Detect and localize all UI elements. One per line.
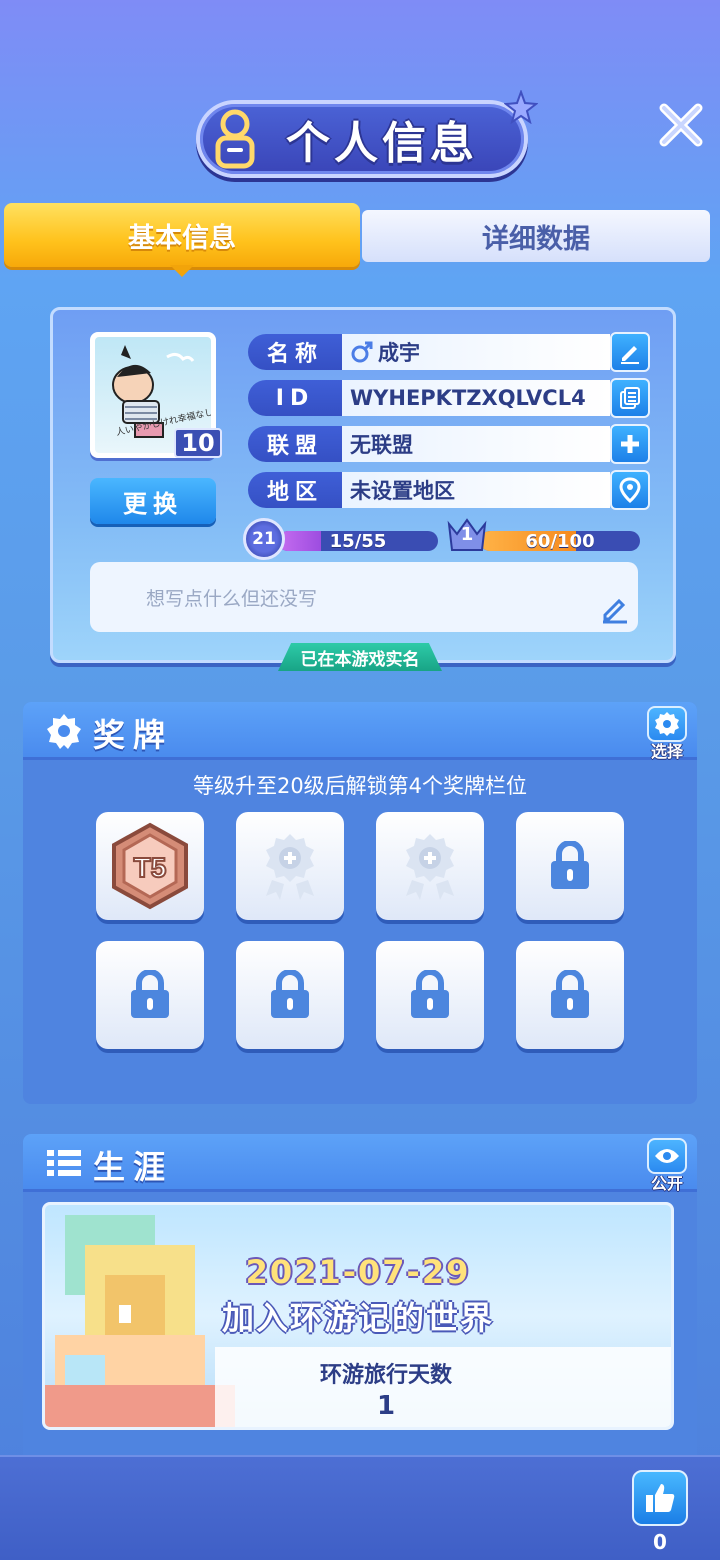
medal-section-header: 奖牌 选择	[23, 702, 697, 762]
list-icon	[47, 1150, 81, 1176]
name-value: 成宇	[342, 334, 610, 370]
join-caption: 加入环游记的世界	[221, 1299, 494, 1337]
travel-days-value: 1	[376, 1391, 396, 1421]
close-icon[interactable]	[656, 100, 706, 150]
id-value: WYHEPKTZXQLVCL4	[342, 380, 610, 416]
alliance-value: 无联盟	[342, 426, 610, 462]
star-icon	[504, 90, 538, 124]
info-row-region: 地区 未设置地区	[248, 470, 650, 510]
exp-text: 15/55	[329, 530, 387, 552]
region-label: 地区	[248, 472, 342, 508]
select-medal-label[interactable]: 选择	[647, 738, 687, 762]
player-level-badge: 10	[174, 428, 222, 458]
select-medal-button[interactable]	[647, 706, 687, 742]
medal-slot-8	[516, 941, 624, 1049]
id-label: ID	[248, 380, 342, 416]
edit-signature-icon[interactable]	[600, 594, 630, 624]
signature-field[interactable]: 想写点什么但还没写	[90, 562, 638, 632]
plus-icon	[621, 435, 639, 453]
player-name: 成宇	[378, 341, 420, 365]
medal-slot-3[interactable]	[376, 812, 484, 920]
medal-slot-5	[96, 941, 204, 1049]
crown-level: 1	[460, 524, 474, 545]
medal-slot-2[interactable]	[236, 812, 344, 920]
crown-badge: 1	[446, 514, 488, 554]
medal-slot-7	[376, 941, 484, 1049]
medal-gear-icon	[47, 714, 81, 749]
lock-icon	[271, 970, 309, 1018]
join-alliance-button[interactable]	[610, 424, 650, 464]
gender-male-icon	[351, 341, 373, 363]
set-region-button[interactable]	[610, 470, 650, 510]
page-title: 个人信息	[286, 118, 478, 169]
lock-icon	[411, 970, 449, 1018]
info-row-id: ID WYHEPKTZXQLVCL4	[248, 378, 650, 418]
crown-bar: 60/100	[480, 530, 640, 552]
name-label: 名称	[248, 334, 342, 370]
page-title-plate: 个人信息	[196, 90, 538, 178]
bottom-bar	[0, 1455, 720, 1560]
lock-icon	[131, 970, 169, 1018]
tab-basic-info[interactable]: 基本信息	[4, 203, 360, 267]
medal-tier-text: T5	[134, 852, 167, 883]
tab-indicator	[170, 265, 194, 277]
medal-t5-icon: T5	[112, 822, 188, 910]
career-visibility-button[interactable]	[647, 1138, 687, 1174]
person-icon	[215, 109, 255, 169]
crown-text: 60/100	[525, 530, 595, 552]
info-row-name: 名称 成宇	[248, 332, 650, 372]
rank-level-badge: 21	[243, 518, 285, 560]
like-count: 0	[653, 1530, 667, 1554]
alliance-label: 联盟	[248, 426, 342, 462]
lock-icon	[551, 970, 589, 1018]
medal-slot-6	[236, 941, 344, 1049]
settings-icon	[655, 712, 679, 736]
lock-icon	[551, 841, 589, 889]
copy-id-button[interactable]	[610, 378, 650, 418]
medal-section-title: 奖牌	[93, 716, 174, 754]
add-medal-icon	[406, 834, 454, 900]
career-section-header: 生涯 公开	[23, 1134, 697, 1194]
tab-detailed-data[interactable]: 详细数据	[362, 210, 710, 262]
medal-slot-4	[516, 812, 624, 920]
eye-icon	[655, 1149, 679, 1163]
location-icon	[619, 477, 641, 503]
change-avatar-button[interactable]: 更换	[90, 478, 216, 524]
like-button[interactable]	[632, 1470, 688, 1526]
edit-name-button[interactable]	[610, 332, 650, 372]
career-visibility-label[interactable]: 公开	[647, 1170, 687, 1194]
career-card: 2021-07-29 加入环游记的世界 环游旅行天数 1	[42, 1202, 674, 1430]
copy-icon	[620, 387, 640, 409]
info-row-alliance: 联盟 无联盟	[248, 424, 650, 464]
travel-days-panel: 环游旅行天数 1	[215, 1347, 671, 1427]
career-section-title: 生涯	[93, 1148, 174, 1186]
medal-slot-1[interactable]: T5	[96, 812, 204, 920]
region-value: 未设置地区	[342, 472, 610, 508]
join-date: 2021-07-29	[245, 1253, 471, 1291]
real-name-verified-badge: 已在本游戏实名	[278, 643, 442, 671]
medal-unlock-hint: 等级升至20级后解锁第4个奖牌栏位	[192, 774, 528, 798]
travel-days-label: 环游旅行天数	[319, 1363, 452, 1388]
edit-icon	[621, 346, 639, 364]
thumbs-up-icon	[646, 1484, 675, 1512]
exp-bar: 15/55	[278, 530, 438, 552]
add-medal-icon	[266, 834, 314, 900]
